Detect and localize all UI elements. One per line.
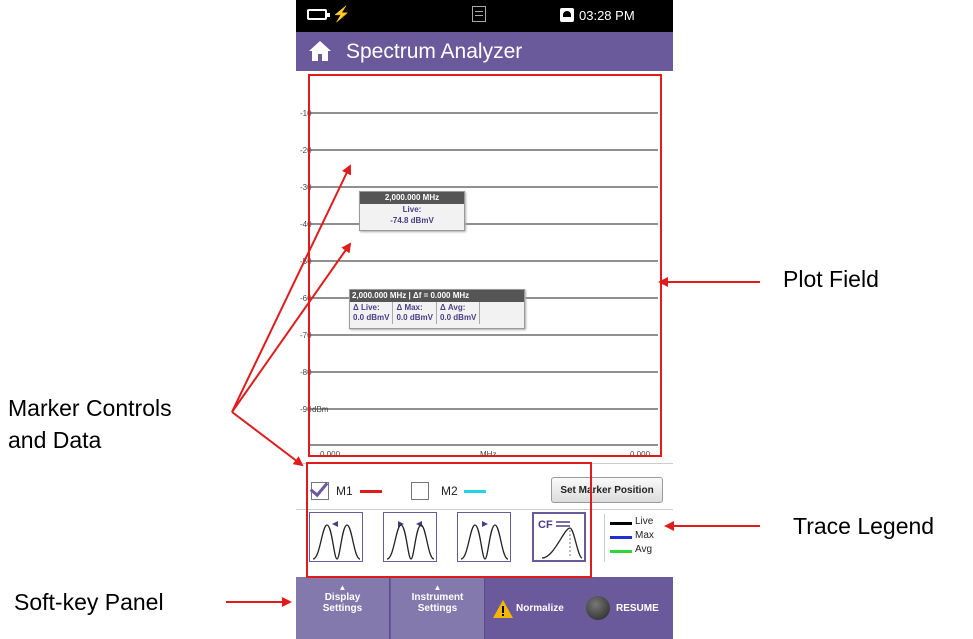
marker-controls-annotation-line2: and Data [8,427,102,453]
annotation-arrows [226,164,760,607]
plot-field-annotation: Plot Field [783,266,879,292]
soft-key-panel-annotation: Soft-key Panel [14,589,164,615]
marker-controls-annotation-line1: Marker Controls [8,395,172,421]
trace-legend-annotation: Trace Legend [793,513,935,539]
